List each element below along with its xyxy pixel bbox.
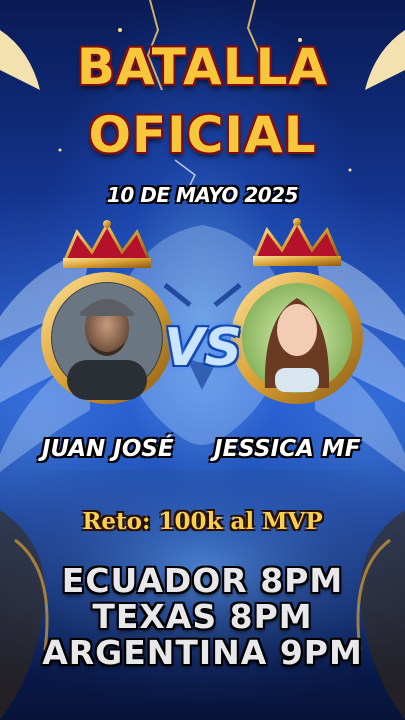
title-line-2: OFICIAL <box>88 106 317 164</box>
title-line-1: BATALLA <box>76 38 329 96</box>
versus-label: VS <box>164 318 242 378</box>
schedule-argentina: ARGENTINA 9PM <box>42 633 363 672</box>
right-contender-name: JESSICA MF <box>214 436 361 462</box>
battle-poster: BATALLA OFICIAL 10 DE MAYO 2025 VS JUAN … <box>0 0 405 720</box>
left-contender-frame <box>41 220 173 404</box>
crown-icon <box>252 218 342 266</box>
schedule-texas: TEXAS 8PM <box>92 597 313 636</box>
challenge-text: Reto: 100k al MVP <box>82 508 323 535</box>
crown-icon <box>62 220 152 268</box>
schedule-ecuador: ECUADOR 8PM <box>61 561 344 600</box>
event-date: 10 DE MAYO 2025 <box>106 183 299 207</box>
left-contender-name: JUAN JOSÉ <box>42 436 174 462</box>
right-contender-frame <box>231 218 363 404</box>
